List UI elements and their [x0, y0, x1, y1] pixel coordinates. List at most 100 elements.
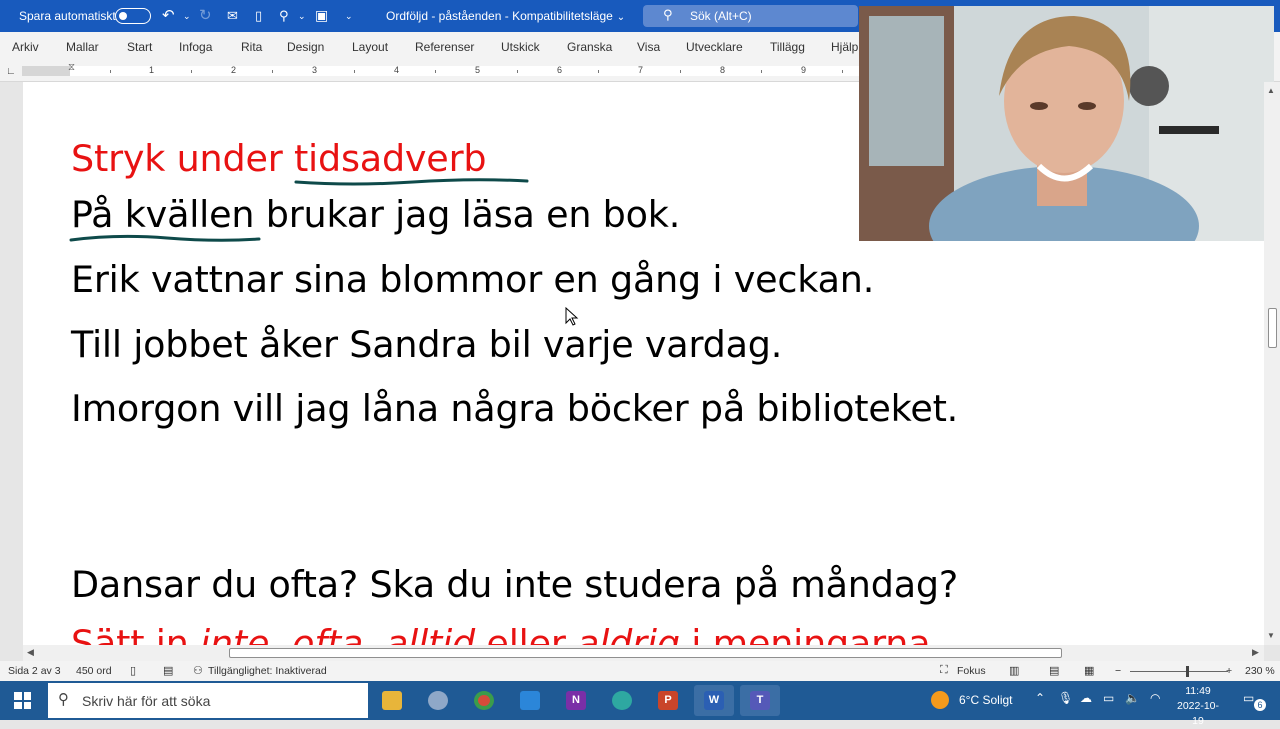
- volume-icon[interactable]: 🔈: [1125, 691, 1140, 705]
- search-box[interactable]: ⚲ Sök (Alt+C): [643, 5, 858, 27]
- document-title-text: Ordföljd - påståenden - Kompatibilitetsl…: [386, 9, 613, 23]
- tab-utskick[interactable]: Utskick: [501, 40, 540, 54]
- scroll-right-icon[interactable]: ▶: [1252, 647, 1259, 658]
- proofing-icon[interactable]: ▯: [130, 664, 136, 677]
- powerpoint-icon[interactable]: P: [648, 685, 688, 716]
- word-icon[interactable]: W: [694, 685, 734, 716]
- snipping-tool-icon[interactable]: [418, 685, 458, 716]
- wifi-icon[interactable]: ◠: [1150, 691, 1160, 705]
- autosave-toggle[interactable]: [115, 8, 151, 24]
- word-count[interactable]: 450 ord: [76, 665, 112, 677]
- focus-label[interactable]: Fokus: [957, 665, 986, 677]
- indent-marker-icon[interactable]: ⧖: [68, 62, 75, 73]
- undo-icon[interactable]: ↶: [162, 6, 175, 24]
- search-icon: ⚲: [663, 7, 673, 22]
- presenter-video: [859, 6, 1274, 241]
- microsoft-store-icon[interactable]: [510, 685, 550, 716]
- teams-icon[interactable]: T: [740, 685, 780, 716]
- zoom-level[interactable]: 230 %: [1245, 665, 1275, 677]
- system-clock[interactable]: 11:49 2022-10-19: [1172, 684, 1224, 729]
- scroll-up-icon[interactable]: ▲: [1267, 86, 1275, 95]
- accessibility-status[interactable]: Tillgänglighet: Inaktiverad: [208, 665, 327, 677]
- sentence-4: Imorgon vill jag låna några böcker på bi…: [71, 387, 959, 430]
- horizontal-scroll-thumb[interactable]: [229, 648, 1062, 658]
- tab-design[interactable]: Design: [287, 40, 324, 54]
- onenote-icon[interactable]: N: [556, 685, 596, 716]
- mouse-cursor-icon: [565, 307, 579, 326]
- windows-start-icon[interactable]: [14, 692, 31, 709]
- tab-granska[interactable]: Granska: [567, 40, 612, 54]
- accessibility-icon[interactable]: ⚇: [193, 664, 203, 677]
- read-mode-icon[interactable]: ▥: [1009, 664, 1019, 677]
- zoom-in-button[interactable]: +: [1226, 665, 1232, 677]
- tab-tillagg[interactable]: Tillägg: [770, 40, 805, 54]
- attach-dropdown-icon[interactable]: ⌄: [298, 11, 306, 22]
- tab-start[interactable]: Start: [127, 40, 152, 54]
- ruler-tick: [680, 70, 681, 73]
- tab-layout[interactable]: Layout: [352, 40, 388, 54]
- cloud-icon[interactable]: ☁: [1080, 691, 1092, 705]
- macro-icon[interactable]: ▤: [163, 664, 173, 677]
- tab-infoga[interactable]: Infoga: [179, 40, 212, 54]
- zoom-out-button[interactable]: −: [1115, 665, 1121, 677]
- ruler-number: 5: [475, 65, 481, 75]
- windows-taskbar: ⚲ Skriv här för att söka N P W T 6°C Sol…: [0, 681, 1280, 727]
- chevron-up-icon[interactable]: ⌃: [1035, 691, 1045, 705]
- sentence-1-rest: brukar jag läsa en bok.: [254, 193, 681, 236]
- tab-hjalp[interactable]: Hjälp: [831, 40, 858, 54]
- focus-icon[interactable]: ⛶: [940, 664, 948, 677]
- tab-mallar[interactable]: Mallar: [66, 40, 99, 54]
- search-placeholder: Sök (Alt+C): [690, 9, 752, 23]
- undo-dropdown-icon[interactable]: ⌄: [183, 11, 191, 22]
- ruler-number: 4: [394, 65, 400, 75]
- ruler-number: 2: [231, 65, 237, 75]
- weather-sun-icon[interactable]: [931, 691, 949, 709]
- new-document-icon[interactable]: ▯: [255, 8, 262, 24]
- tab-rita[interactable]: Rita: [241, 40, 262, 54]
- battery-icon[interactable]: ▭: [1103, 691, 1114, 705]
- tab-selector-icon[interactable]: ∟: [6, 66, 16, 77]
- ruler-tick: [598, 70, 599, 73]
- save-icon[interactable]: ▣: [315, 7, 328, 24]
- taskbar-search-box[interactable]: ⚲ Skriv här för att söka: [48, 683, 368, 718]
- customize-toolbar-icon[interactable]: ⌄: [345, 11, 353, 22]
- notification-center-icon[interactable]: ▭: [1243, 691, 1254, 705]
- redo-icon: ↻: [199, 7, 212, 24]
- attach-icon[interactable]: ⚲: [279, 8, 289, 24]
- edge-icon[interactable]: [602, 685, 642, 716]
- scroll-down-icon[interactable]: ▼: [1267, 631, 1275, 640]
- sentence-5: Dansar du ofta? Ska du inte studera på m…: [71, 563, 959, 606]
- clock-date: 2022-10-19: [1176, 700, 1220, 727]
- tab-referenser[interactable]: Referenser: [415, 40, 474, 54]
- heading-line: Stryk under tidsadverb: [71, 137, 487, 180]
- scroll-left-icon[interactable]: ◀: [27, 647, 34, 658]
- horizontal-scrollbar[interactable]: ◀ ▶: [23, 645, 1264, 661]
- ruler-strip: [22, 66, 862, 76]
- document-title[interactable]: Ordföljd - påståenden - Kompatibilitetsl…: [386, 9, 625, 23]
- tab-visa[interactable]: Visa: [637, 40, 660, 54]
- chrome-icon[interactable]: [464, 685, 504, 716]
- tab-arkiv[interactable]: Arkiv: [12, 40, 39, 54]
- ruler-tick: [110, 70, 111, 73]
- vertical-scrollbar[interactable]: ▲ ▼: [1264, 82, 1280, 645]
- ruler-left-margin: [22, 66, 70, 76]
- email-icon[interactable]: ✉: [227, 8, 238, 24]
- file-explorer-icon[interactable]: [372, 685, 412, 716]
- ruler-number: 1: [149, 65, 155, 75]
- ruler-tick: [761, 70, 762, 73]
- notification-count-badge: 6: [1254, 699, 1266, 711]
- ruler-number: 6: [557, 65, 563, 75]
- sentence-2: Erik vattnar sina blommor en gång i veck…: [71, 258, 875, 301]
- zoom-slider-track[interactable]: [1130, 671, 1228, 672]
- tab-utvecklare[interactable]: Utvecklare: [686, 40, 743, 54]
- ruler-number: 7: [638, 65, 644, 75]
- print-layout-icon[interactable]: ▤: [1049, 664, 1059, 677]
- instruction-word: aldrig: [577, 622, 680, 645]
- ruler-tick: [272, 70, 273, 73]
- weather-text[interactable]: 6°C Soligt: [959, 693, 1013, 707]
- microphone-icon[interactable]: 🎙: [1058, 691, 1073, 705]
- zoom-slider-thumb[interactable]: [1186, 666, 1189, 677]
- web-layout-icon[interactable]: ▦: [1084, 664, 1094, 677]
- vertical-scroll-thumb[interactable]: [1268, 308, 1277, 348]
- page-count[interactable]: Sida 2 av 3: [8, 665, 61, 677]
